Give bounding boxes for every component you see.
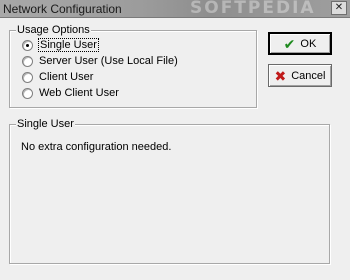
network-configuration-dialog: Network Configuration SOFTPEDIA ✕ Usage … (0, 0, 350, 280)
cancel-button-label: Cancel (291, 69, 326, 82)
radio-single-user[interactable]: Single User (22, 38, 99, 52)
usage-options-legend: Usage Options (16, 24, 91, 36)
usage-options-group: Usage Options Single User Server User (U… (9, 24, 257, 108)
radio-button[interactable] (22, 55, 33, 67)
window-title: Network Configuration (3, 2, 122, 16)
details-group: Single User No extra configuration neede… (9, 118, 330, 264)
x-icon: ✖ (274, 67, 287, 84)
close-button[interactable]: ✕ (331, 1, 347, 15)
details-message: No extra configuration needed. (21, 141, 172, 153)
details-legend: Single User (16, 118, 75, 130)
radio-server-user[interactable]: Server User (Use Local File) (22, 54, 178, 68)
radio-button[interactable] (22, 87, 33, 99)
radio-label[interactable]: Server User (Use Local File) (39, 55, 178, 67)
radio-client-user[interactable]: Client User (22, 70, 93, 84)
ok-button[interactable]: ✔ OK (268, 32, 332, 55)
watermark: SOFTPEDIA (190, 0, 316, 18)
radio-button[interactable] (22, 39, 33, 51)
radio-button[interactable] (22, 71, 33, 83)
title-bar[interactable]: Network Configuration SOFTPEDIA ✕ (0, 0, 350, 18)
radio-label[interactable]: Single User (38, 38, 99, 52)
radio-label[interactable]: Web Client User (39, 87, 119, 99)
ok-button-label: OK (300, 37, 317, 50)
radio-web-client-user[interactable]: Web Client User (22, 86, 119, 100)
check-icon: ✔ (283, 35, 296, 52)
radio-label[interactable]: Client User (39, 71, 93, 83)
cancel-button[interactable]: ✖ Cancel (268, 64, 332, 87)
